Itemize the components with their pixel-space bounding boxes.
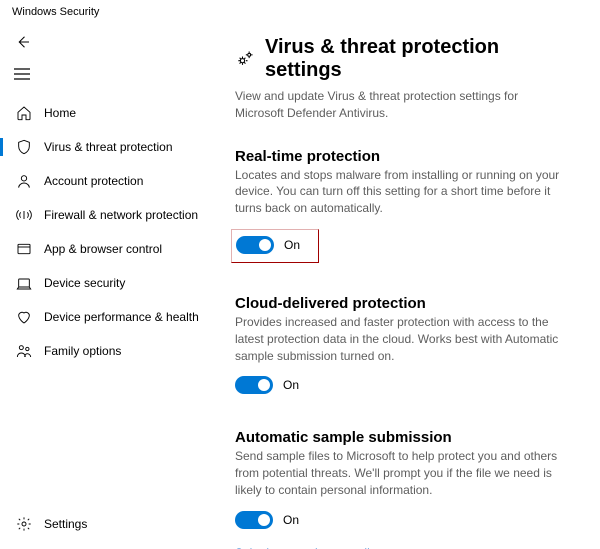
nav-label: Device security xyxy=(44,276,125,290)
nav-label: Home xyxy=(44,106,76,120)
chip-icon xyxy=(12,275,36,291)
back-button[interactable] xyxy=(0,26,201,58)
nav-home[interactable]: Home xyxy=(0,96,201,130)
sidebar: Home Virus & threat protection Account p… xyxy=(0,20,201,549)
nav-label: Firewall & network protection xyxy=(44,208,198,222)
section-realtime: Real-time protection Locates and stops m… xyxy=(235,148,580,263)
section-description: Locates and stops malware from installin… xyxy=(235,167,570,217)
toggle-state: On xyxy=(284,238,300,252)
family-icon xyxy=(12,343,36,359)
section-sample: Automatic sample submission Send sample … xyxy=(235,429,580,549)
nav-label: Family options xyxy=(44,344,121,358)
window-icon xyxy=(12,241,36,257)
content-area: Virus & threat protection settings View … xyxy=(201,20,600,549)
nav-label: Account protection xyxy=(44,174,143,188)
section-title: Cloud-delivered protection xyxy=(235,295,580,312)
nav-app-browser[interactable]: App & browser control xyxy=(0,232,201,266)
nav-label: Settings xyxy=(44,517,87,531)
nav-firewall[interactable]: Firewall & network protection xyxy=(0,198,201,232)
hamburger-icon xyxy=(14,68,30,80)
page-description: View and update Virus & threat protectio… xyxy=(235,88,565,122)
section-title: Automatic sample submission xyxy=(235,429,580,446)
section-title: Real-time protection xyxy=(235,148,580,165)
menu-button[interactable] xyxy=(0,58,201,90)
nav-settings[interactable]: Settings xyxy=(0,507,201,541)
nav-label: Virus & threat protection xyxy=(44,140,173,154)
nav-performance[interactable]: Device performance & health xyxy=(0,300,201,334)
heart-icon xyxy=(12,309,36,325)
sample-toggle[interactable] xyxy=(235,511,273,529)
app-title: Windows Security xyxy=(0,0,600,20)
highlight-box: On xyxy=(231,229,319,263)
page-title: Virus & threat protection settings xyxy=(265,36,580,82)
section-description: Send sample files to Microsoft to help p… xyxy=(235,448,570,498)
nav-family[interactable]: Family options xyxy=(0,334,201,368)
gear-icon xyxy=(12,516,36,532)
nav-label: App & browser control xyxy=(44,242,162,256)
section-cloud: Cloud-delivered protection Provides incr… xyxy=(235,295,580,397)
cloud-toggle[interactable] xyxy=(235,376,273,394)
nav-device-security[interactable]: Device security xyxy=(0,266,201,300)
nav-label: Device performance & health xyxy=(44,310,199,324)
arrow-left-icon xyxy=(14,33,32,51)
toggle-state: On xyxy=(283,513,299,527)
signal-icon xyxy=(12,207,36,223)
realtime-toggle[interactable] xyxy=(236,236,274,254)
home-icon xyxy=(12,105,36,121)
gears-icon xyxy=(235,49,255,69)
section-description: Provides increased and faster protection… xyxy=(235,314,570,364)
nav-account[interactable]: Account protection xyxy=(0,164,201,198)
shield-icon xyxy=(12,139,36,155)
toggle-state: On xyxy=(283,378,299,392)
person-icon xyxy=(12,173,36,189)
nav-list: Home Virus & threat protection Account p… xyxy=(0,96,201,507)
nav-virus-threat[interactable]: Virus & threat protection xyxy=(0,130,201,164)
